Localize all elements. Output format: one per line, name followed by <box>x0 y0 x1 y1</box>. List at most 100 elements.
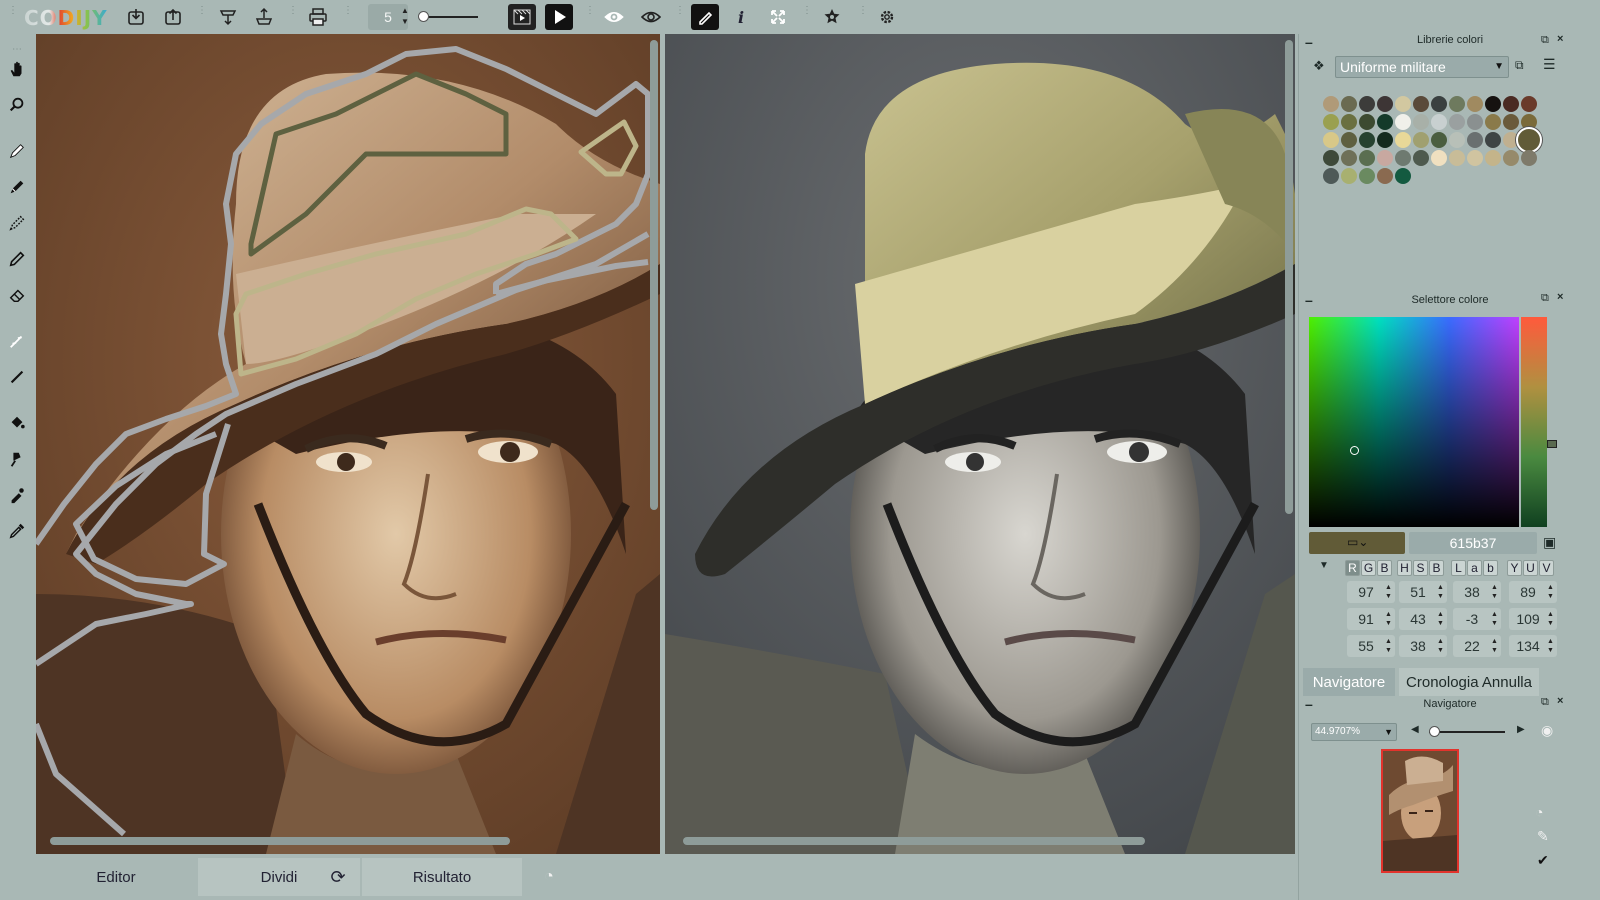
editor-canvas[interactable] <box>36 34 660 854</box>
sync-views-icon[interactable]: ◔ <box>534 858 564 896</box>
toolbar-grip[interactable]: ⋮ <box>288 6 298 26</box>
brush-mode-icon[interactable] <box>691 4 719 30</box>
color-field[interactable] <box>1309 317 1519 527</box>
color-swatch[interactable] <box>1359 114 1375 130</box>
color-value-field[interactable]: 89 ▲ ▼ <box>1509 581 1557 603</box>
color-swatch[interactable] <box>1431 132 1447 148</box>
color-swatch[interactable] <box>1359 168 1375 184</box>
result-hscroll[interactable] <box>683 837 1145 845</box>
close-libraries-icon[interactable]: × <box>1557 33 1563 45</box>
color-swatch[interactable] <box>1485 150 1501 166</box>
color-swatch[interactable] <box>1323 168 1339 184</box>
toolbar-grip[interactable]: ⋮ <box>197 6 207 26</box>
color-model-button[interactable]: U <box>1523 560 1538 576</box>
color-swatch[interactable] <box>1395 150 1411 166</box>
color-swatch[interactable] <box>1503 150 1519 166</box>
stepper-arrows-icon[interactable]: ▲ ▼ <box>1491 610 1499 628</box>
dotted-brush-icon[interactable] <box>4 210 30 236</box>
stepper-arrows-icon[interactable]: ▲ ▼ <box>1385 637 1393 655</box>
color-swatch[interactable] <box>1359 132 1375 148</box>
navigator-eye-icon[interactable]: ◉ <box>1541 722 1553 739</box>
navigator-brush-icon[interactable]: ✎ <box>1537 828 1549 845</box>
color-field-cursor[interactable] <box>1350 446 1359 455</box>
background-brush-icon[interactable] <box>4 174 30 200</box>
stepper-arrows-icon[interactable]: ▲ ▼ <box>1437 637 1445 655</box>
color-brush-icon[interactable] <box>4 138 30 164</box>
color-swatch[interactable] <box>1341 114 1357 130</box>
color-swatch[interactable] <box>1341 168 1357 184</box>
color-swatch[interactable] <box>1449 96 1465 112</box>
color-model-button[interactable]: B <box>1377 560 1392 576</box>
screen-picker-icon[interactable]: ▣ <box>1543 534 1556 551</box>
settings-gear-icon[interactable] <box>873 4 901 30</box>
color-swatch[interactable] <box>1521 96 1537 112</box>
color-model-button[interactable]: H <box>1397 560 1412 576</box>
zoom-slider-handle[interactable] <box>1429 726 1440 737</box>
color-model-button[interactable]: b <box>1483 560 1498 576</box>
color-picker-brush-icon[interactable] <box>4 482 30 508</box>
color-swatch[interactable] <box>1485 114 1501 130</box>
stepper-arrows-icon[interactable]: ▲ ▼ <box>1547 610 1555 628</box>
color-swatch[interactable] <box>1341 150 1357 166</box>
color-swatch[interactable] <box>1323 114 1339 130</box>
open-project-icon[interactable] <box>250 4 278 30</box>
color-swatch[interactable] <box>1377 96 1393 112</box>
library-options-icon[interactable]: ⧉ <box>1515 58 1524 73</box>
stepper-arrows-icon[interactable]: ▲ ▼ <box>1385 583 1393 601</box>
color-model-button[interactable]: a <box>1467 560 1482 576</box>
color-model-button[interactable]: G <box>1361 560 1376 576</box>
library-menu-icon[interactable]: ☰ <box>1543 56 1556 73</box>
zoom-slider[interactable] <box>1429 731 1505 733</box>
result-vscroll[interactable] <box>1285 40 1293 514</box>
stepper-arrows-icon[interactable]: ▲ ▼ <box>1437 583 1445 601</box>
result-canvas[interactable] <box>665 34 1295 854</box>
color-swatch[interactable] <box>1341 132 1357 148</box>
color-swatch[interactable] <box>1359 96 1375 112</box>
color-swatch[interactable] <box>1485 132 1501 148</box>
float-picker-icon[interactable]: ⧉ <box>1541 292 1549 305</box>
float-libraries-icon[interactable]: ⧉ <box>1541 34 1549 47</box>
show-strokes-icon[interactable] <box>637 4 665 30</box>
favorites-gear-icon[interactable] <box>818 4 846 30</box>
stepper-arrows-icon[interactable]: ▲ ▼ <box>1385 610 1393 628</box>
color-swatch[interactable] <box>1413 150 1429 166</box>
color-swatch[interactable] <box>1323 150 1339 166</box>
print-icon[interactable] <box>304 4 332 30</box>
tab-editor[interactable]: Editor <box>36 858 196 896</box>
toolbar-grip[interactable]: ⋮ <box>585 6 595 26</box>
color-swatch[interactable] <box>1377 150 1393 166</box>
toolbar-grip[interactable]: ⋮ <box>343 6 353 26</box>
color-swatch[interactable] <box>1413 114 1429 130</box>
navigator-thumbnail[interactable] <box>1381 749 1459 873</box>
stepper-arrows-icon[interactable]: ▲ ▼ <box>1491 637 1499 655</box>
toolbar-grip[interactable]: ⋮ <box>802 6 812 26</box>
color-swatch[interactable] <box>1503 114 1519 130</box>
info-icon[interactable]: i <box>727 4 755 30</box>
color-swatch[interactable] <box>1323 96 1339 112</box>
eyedropper-icon[interactable] <box>4 518 30 544</box>
color-model-button[interactable]: S <box>1413 560 1428 576</box>
color-swatch[interactable] <box>1377 114 1393 130</box>
zoom-select[interactable]: 44.9707% ▼ <box>1311 723 1397 741</box>
zoom-icon[interactable] <box>4 92 30 118</box>
color-swatch[interactable] <box>1413 96 1429 112</box>
color-swatch[interactable] <box>1521 150 1537 166</box>
color-swatch[interactable] <box>1467 114 1483 130</box>
color-swatch[interactable] <box>1395 96 1411 112</box>
color-swatch[interactable] <box>1467 150 1483 166</box>
sync-navigator-icon[interactable]: ◔ <box>1535 804 1543 820</box>
color-swatch[interactable] <box>1503 96 1519 112</box>
eraser-icon[interactable] <box>4 282 30 308</box>
color-swatch[interactable] <box>1359 150 1375 166</box>
color-model-button[interactable]: B <box>1429 560 1444 576</box>
color-value-field[interactable]: 51 ▲ ▼ <box>1399 581 1447 603</box>
navigator-check-icon[interactable]: ✔ <box>1537 852 1549 869</box>
color-value-field[interactable]: 38 ▲ ▼ <box>1453 581 1501 603</box>
color-value-field[interactable]: 109 ▲ ▼ <box>1509 608 1557 630</box>
toolbar-grip[interactable]: ⋮ <box>858 6 868 26</box>
color-swatch[interactable] <box>1395 132 1411 148</box>
color-value-field[interactable]: 22 ▲ ▼ <box>1453 635 1501 657</box>
fit-screen-icon[interactable] <box>764 4 792 30</box>
color-swatch[interactable] <box>1431 114 1447 130</box>
color-value-field[interactable]: 38 ▲ ▼ <box>1399 635 1447 657</box>
